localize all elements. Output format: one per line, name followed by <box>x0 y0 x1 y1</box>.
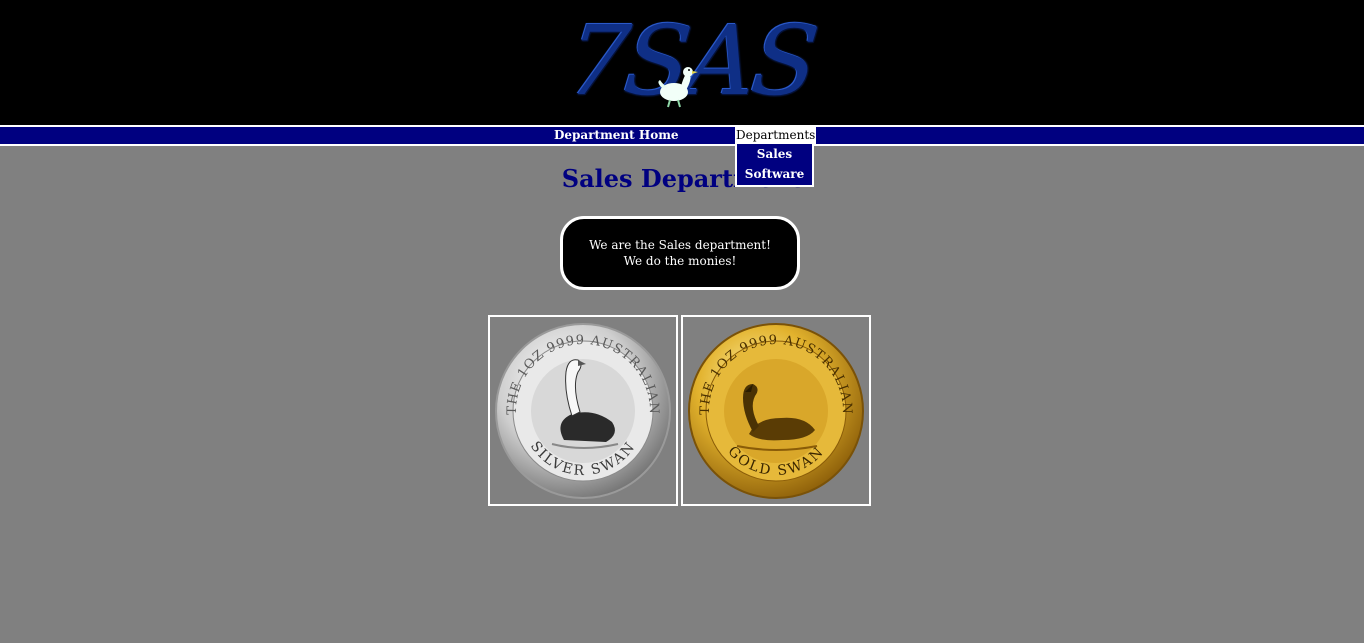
gold-swan-coin-icon: THE 1OZ 9999 AUSTRALIAN GOLD SWAN <box>688 323 864 499</box>
nav-department-home[interactable]: Department Home <box>554 127 679 144</box>
dropdown-item-sales[interactable]: Sales <box>737 144 812 164</box>
duck-icon <box>658 67 698 108</box>
message-box: We are the Sales department! We do the m… <box>560 216 800 290</box>
message-line-2: We do the monies! <box>623 254 737 268</box>
site-header: 7SAS <box>0 0 1364 125</box>
nav-departments[interactable]: Departments <box>735 127 817 144</box>
silver-swan-coin-icon: THE 1OZ 9999 AUSTRALIAN SILVER SWAN <box>495 323 671 499</box>
nav-bar: Department Home Departments <box>0 125 1364 146</box>
page-title: Sales Department <box>561 164 803 193</box>
message-line-1: We are the Sales department! <box>589 238 771 252</box>
silver-swan-coin-image[interactable]: THE 1OZ 9999 AUSTRALIAN SILVER SWAN <box>488 315 678 506</box>
dropdown-item-software[interactable]: Software <box>737 164 812 184</box>
gold-swan-coin-image[interactable]: THE 1OZ 9999 AUSTRALIAN GOLD SWAN <box>681 315 871 506</box>
departments-dropdown: Sales Software <box>735 144 814 187</box>
